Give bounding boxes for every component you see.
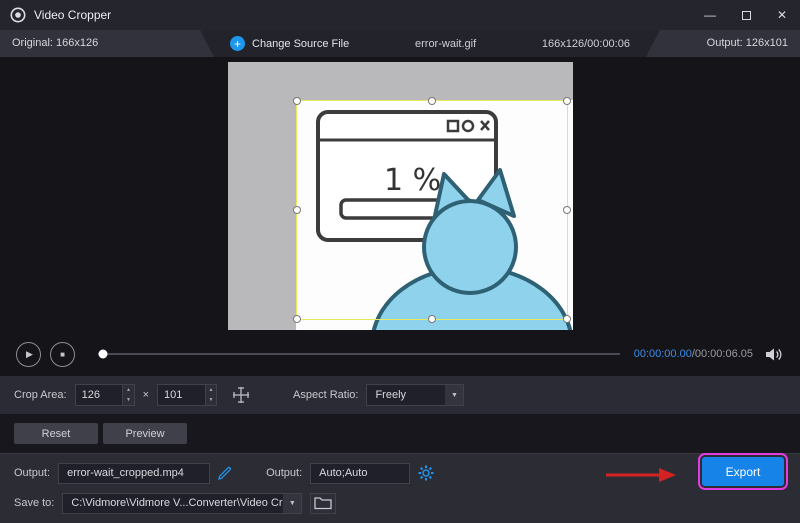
close-icon: ✕ [777,8,787,22]
crop-height-spinner: ▲ ▼ [205,385,216,405]
source-tab: + Change Source File error-wait.gif 166x… [200,30,660,57]
source-filename: error-wait.gif [415,38,476,50]
pencil-icon [218,466,232,480]
export-button[interactable]: Export [702,457,784,486]
video-cropper-window: Video Cropper — ✕ Original: 166x126 + Ch… [0,0,800,523]
play-button[interactable]: ▶ [16,342,41,367]
annotation-arrow [606,467,678,483]
stop-button[interactable]: ■ [50,342,75,367]
crop-handle[interactable] [293,206,301,214]
crop-handle[interactable] [293,315,301,323]
output-format-box[interactable]: Auto;Auto [310,463,410,484]
crop-width-field[interactable] [76,385,123,405]
folder-icon [314,496,332,510]
play-icon: ▶ [26,349,33,360]
aspect-ratio-value: Freely [367,389,445,401]
timeline-track[interactable] [98,353,620,355]
info-bar: Original: 166x126 + Change Source File e… [0,30,800,57]
output-filename: error-wait_cropped.mp4 [67,467,184,479]
time-display: 00:00:00.00/00:00:06.05 [634,348,753,360]
source-info: 166x126/00:00:06 [542,38,630,50]
height-increment-button[interactable]: ▲ [206,385,216,395]
output-format-label: Output: [266,467,302,479]
app-logo-icon [10,7,26,23]
crop-controls-strip: Crop Area: ▲ ▼ × ▲ ▼ [0,376,800,414]
preview-button[interactable]: Preview [103,423,187,444]
change-source-file-button[interactable]: + Change Source File [230,36,349,51]
output-format-value: Auto;Auto [319,467,367,479]
maximize-icon [742,11,751,20]
aspect-ratio-label: Aspect Ratio: [293,389,358,401]
minimize-icon: — [704,8,716,22]
maximize-button[interactable] [728,0,764,30]
crop-width-spinner: ▲ ▼ [122,385,133,405]
multiply-label: × [143,389,149,401]
save-to-row: Save to: C:\Vidmore\Vidmore V...Converte… [14,492,336,514]
speaker-icon [765,347,784,362]
volume-button[interactable] [765,347,784,362]
save-path-value: C:\Vidmore\Vidmore V...Converter\Video C… [63,497,283,509]
video-frame: 1 % [228,62,573,330]
preview-area: 1 % [0,57,800,332]
timeline-slider[interactable] [98,344,620,364]
crop-height-field[interactable] [158,385,205,405]
change-source-label: Change Source File [252,38,349,50]
reset-button[interactable]: Reset [14,423,98,444]
crop-center-button[interactable] [231,385,251,405]
save-to-label: Save to: [14,497,54,509]
gear-icon [418,465,434,481]
titlebar: Video Cropper — ✕ [0,0,800,30]
crop-area-label: Crop Area: [14,389,67,401]
total-duration: /00:00:06.05 [692,348,753,360]
width-decrement-button[interactable]: ▼ [123,395,133,405]
dropdown-arrow-icon: ▼ [445,385,463,405]
save-path-select[interactable]: C:\Vidmore\Vidmore V...Converter\Video C… [62,493,302,514]
window-controls: — ✕ [692,0,800,30]
output-settings-button[interactable] [418,465,434,481]
minimize-button[interactable]: — [692,0,728,30]
crosshair-icon [231,385,251,405]
output-label: Output: [14,467,50,479]
crop-height-input[interactable]: ▲ ▼ [157,384,217,406]
player-controls: ▶ ■ 00:00:00.00/00:00:06.05 [0,332,800,376]
crop-handle[interactable] [293,97,301,105]
close-button[interactable]: ✕ [764,0,800,30]
stop-icon: ■ [60,350,65,359]
crop-handle[interactable] [563,97,571,105]
save-path-dropdown-icon: ▼ [283,494,301,513]
height-decrement-button[interactable]: ▼ [206,395,216,405]
browse-folder-button[interactable] [310,493,336,514]
output-row: Output: error-wait_cropped.mp4 Output: A… [14,461,434,485]
plus-icon: + [230,36,245,51]
rename-button[interactable] [218,466,232,480]
crop-handle[interactable] [563,206,571,214]
original-size-label: Original: 166x126 [12,30,98,57]
crop-handle[interactable] [563,315,571,323]
window-title: Video Cropper [34,8,111,22]
crop-width-input[interactable]: ▲ ▼ [75,384,135,406]
aspect-ratio-select[interactable]: Freely ▼ [366,384,464,406]
crop-box[interactable] [296,100,568,320]
output-size-label: Output: 126x101 [707,30,788,57]
action-row: Reset Preview [0,414,800,453]
crop-handle[interactable] [428,97,436,105]
width-increment-button[interactable]: ▲ [123,385,133,395]
current-time: 00:00:00.00 [634,348,692,360]
timeline-thumb[interactable] [99,350,108,359]
crop-handle[interactable] [428,315,436,323]
output-filename-box[interactable]: error-wait_cropped.mp4 [58,463,210,484]
bottom-panel: Output: error-wait_cropped.mp4 Output: A… [0,453,800,523]
